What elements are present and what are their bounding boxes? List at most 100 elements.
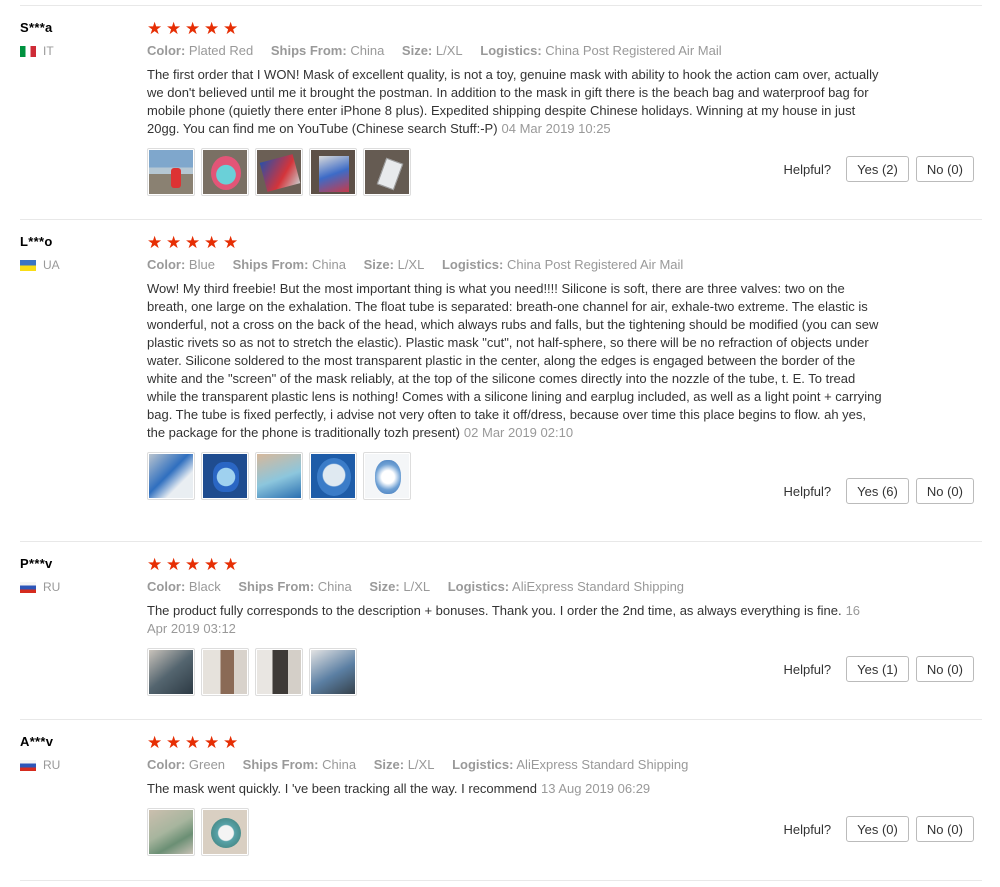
attr-color: Green	[188, 757, 226, 772]
attr-label-ships-from: Ships From:	[238, 579, 315, 594]
helpful-no-button[interactable]: No (0)	[915, 156, 974, 182]
reviewer-info: L***o UA	[20, 234, 130, 272]
helpful-yes-button[interactable]: Yes (1)	[846, 656, 909, 682]
helpful-yes-button[interactable]: Yes (0)	[846, 816, 909, 842]
helpful-no-button[interactable]: No (0)	[915, 656, 974, 682]
helpful-no-button[interactable]: No (0)	[915, 478, 974, 504]
helpful-yes-button[interactable]: Yes (6)	[846, 478, 909, 504]
reviewer-country: IT	[20, 44, 130, 58]
attr-ships-from: China	[350, 43, 385, 58]
country-code: IT	[43, 44, 54, 58]
review-text: The product fully corresponds to the des…	[147, 602, 882, 638]
attr-size: L/XL	[397, 257, 425, 272]
reviewer-country: RU	[20, 758, 130, 772]
star-icon: ★	[204, 19, 221, 38]
review-item: A***v RU ★ ★ ★ ★ ★ Color: Green Ships From: …	[20, 719, 982, 881]
star-icon: ★	[166, 19, 183, 38]
review-photo-thumbnail[interactable]	[201, 648, 249, 696]
attr-size: L/XL	[407, 757, 435, 772]
attr-label-ships-from: Ships From:	[242, 757, 319, 772]
reviewer-info: P***v RU	[20, 556, 130, 594]
review-body: The product fully corresponds to the des…	[147, 603, 842, 618]
attr-label-size: Size:	[401, 43, 433, 58]
star-icon: ★	[223, 733, 240, 752]
helpful-yes-button[interactable]: Yes (2)	[846, 156, 909, 182]
review-photo-thumbnail[interactable]	[309, 648, 357, 696]
review-photo-thumbnail[interactable]	[201, 452, 249, 500]
helpful-label: Helpful?	[783, 483, 832, 499]
helpful-vote: Helpful? Yes (2) No (0)	[783, 156, 974, 182]
review-photo-thumbnail[interactable]	[309, 148, 357, 196]
review-body: Wow! My third freebie! But the most impo…	[147, 281, 882, 440]
review-photos	[147, 148, 882, 196]
review-text: The mask went quickly. I 've been tracki…	[147, 780, 882, 798]
review-photo-thumbnail[interactable]	[309, 452, 357, 500]
star-rating: ★ ★ ★ ★ ★	[147, 20, 882, 38]
review-photo-thumbnail[interactable]	[255, 148, 303, 196]
attr-label-color: Color:	[147, 757, 186, 772]
review-photo-thumbnail[interactable]	[147, 648, 195, 696]
helpful-label: Helpful?	[783, 821, 832, 837]
star-icon: ★	[204, 555, 221, 574]
reviewer-name: A***v	[20, 734, 54, 749]
star-icon: ★	[185, 19, 202, 38]
review-photo-thumbnail[interactable]	[255, 452, 303, 500]
review-photo-thumbnail[interactable]	[255, 648, 303, 696]
review-content: ★ ★ ★ ★ ★ Color: Black Ships From: China Siz…	[147, 556, 882, 696]
helpful-no-button[interactable]: No (0)	[915, 816, 974, 842]
review-date: 02 Mar 2019 02:10	[463, 425, 574, 440]
attr-label-logistics: Logistics:	[447, 579, 510, 594]
reviewer-country: RU	[20, 580, 130, 594]
order-attributes: Color: Black Ships From: China Size: L/X…	[147, 579, 882, 595]
star-icon: ★	[166, 733, 183, 752]
attr-label-size: Size:	[363, 257, 394, 272]
review-content: ★ ★ ★ ★ ★ Color: Plated Red Ships From: Chin…	[147, 20, 882, 196]
review-text: Wow! My third freebie! But the most impo…	[147, 280, 882, 442]
review-photo-thumbnail[interactable]	[363, 148, 411, 196]
attr-logistics: AliExpress Standard Shipping	[516, 757, 689, 772]
review-item: S***a IT ★ ★ ★ ★ ★ Color: Plated Red Ships F…	[20, 5, 982, 220]
review-item: L***o UA ★ ★ ★ ★ ★ Color: Blue Ships From: C…	[20, 219, 982, 542]
attr-label-color: Color:	[147, 43, 186, 58]
review-photo-thumbnail[interactable]	[147, 808, 195, 856]
attr-size: L/XL	[435, 43, 463, 58]
review-photo-thumbnail[interactable]	[147, 148, 195, 196]
reviewer-country: UA	[20, 258, 130, 272]
attr-label-logistics: Logistics:	[441, 257, 504, 272]
star-icon: ★	[204, 233, 221, 252]
reviewer-info: S***a IT	[20, 20, 130, 58]
star-icon: ★	[147, 733, 164, 752]
attr-label-logistics: Logistics:	[480, 43, 542, 58]
review-date: 04 Mar 2019 10:25	[501, 121, 611, 136]
helpful-vote: Helpful? Yes (1) No (0)	[783, 656, 974, 682]
star-icon: ★	[223, 233, 240, 252]
attr-logistics: AliExpress Standard Shipping	[512, 579, 685, 594]
attr-size: L/XL	[403, 579, 431, 594]
order-attributes: Color: Plated Red Ships From: China Size…	[147, 43, 882, 59]
review-item: P***v RU ★ ★ ★ ★ ★ Color: Black Ships From: …	[20, 541, 982, 720]
review-photo-thumbnail[interactable]	[201, 148, 249, 196]
russia-flag-icon	[20, 581, 36, 593]
reviewer-info: A***v RU	[20, 734, 130, 772]
star-rating: ★ ★ ★ ★ ★	[147, 234, 882, 252]
attr-logistics: China Post Registered Air Mail	[507, 257, 684, 272]
country-code: RU	[43, 758, 61, 772]
reviewer-name: S***a	[20, 20, 53, 35]
review-photo-thumbnail[interactable]	[147, 452, 195, 500]
attr-ships-from: China	[312, 257, 346, 272]
order-attributes: Color: Green Ships From: China Size: L/X…	[147, 757, 882, 773]
review-photo-thumbnail[interactable]	[363, 452, 411, 500]
star-rating: ★ ★ ★ ★ ★	[147, 734, 882, 752]
attr-ships-from: China	[322, 757, 357, 772]
ukraine-flag-icon	[20, 259, 36, 271]
country-code: UA	[43, 258, 60, 272]
attr-label-color: Color:	[147, 257, 186, 272]
review-photos	[147, 808, 882, 856]
reviewer-name: L***o	[20, 234, 53, 249]
attr-label-ships-from: Ships From:	[270, 43, 347, 58]
review-content: ★ ★ ★ ★ ★ Color: Green Ships From: China Siz…	[147, 734, 882, 856]
review-photo-thumbnail[interactable]	[201, 808, 249, 856]
star-icon: ★	[223, 555, 240, 574]
attr-logistics: China Post Registered Air Mail	[545, 43, 722, 58]
review-text: The first order that I WON! Mask of exce…	[147, 66, 882, 138]
